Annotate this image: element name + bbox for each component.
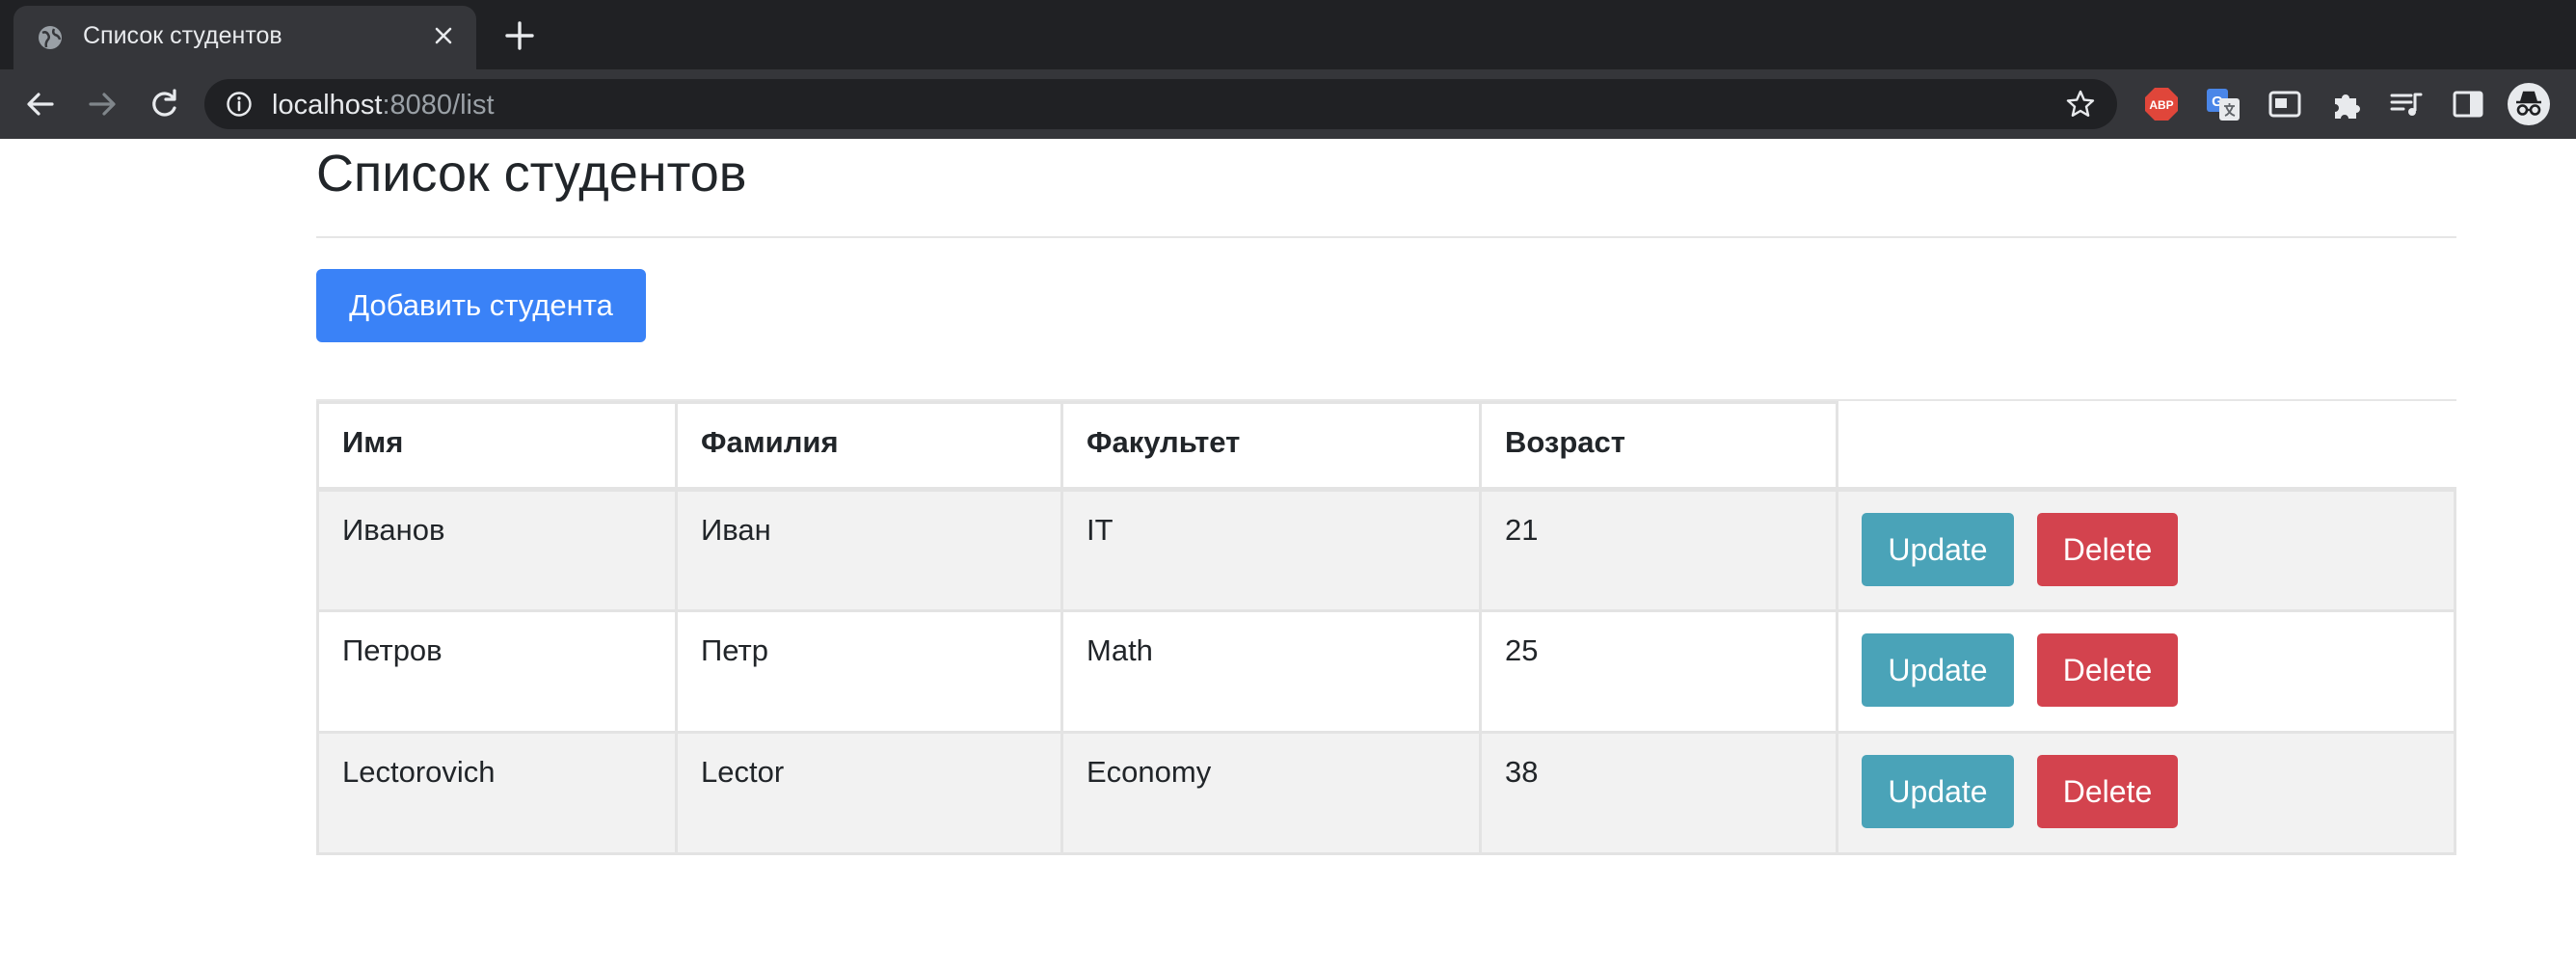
cell-actions: Update Delete (1836, 488, 2456, 612)
cell-first-name: Петров (316, 609, 678, 734)
update-button[interactable]: Update (1862, 755, 2014, 828)
google-translate-icon[interactable]: G (2204, 85, 2242, 123)
cell-actions: Update Delete (1836, 731, 2456, 855)
url-host: localhost (272, 90, 383, 121)
url-path: :8080/list (382, 90, 495, 121)
header-actions (1836, 402, 2455, 492)
table-row: Lectorovich Lector Economy 38 Update Dele… (316, 731, 2456, 855)
side-panel-icon[interactable] (2449, 85, 2487, 123)
back-icon[interactable] (21, 85, 60, 123)
delete-button[interactable]: Delete (2037, 633, 2178, 707)
media-playlist-icon[interactable] (2387, 85, 2426, 123)
cell-first-name: Иванов (316, 488, 678, 612)
cell-first-name: Lectorovich (316, 731, 678, 855)
update-button[interactable]: Update (1862, 513, 2014, 586)
new-tab-icon[interactable] (503, 19, 536, 52)
cell-actions: Update Delete (1836, 609, 2456, 734)
cell-faculty: Math (1060, 609, 1482, 734)
page-title: Список студентов (316, 145, 747, 202)
cell-last-name: Иван (675, 488, 1063, 612)
browser-tab[interactable]: Список студентов (13, 6, 476, 69)
students-table: Имя Фамилия Факультет Возраст Иванов Ива… (316, 401, 2456, 855)
header-age: Возраст (1479, 401, 1838, 492)
browser-tab-strip: Список студентов (0, 0, 2576, 69)
delete-button[interactable]: Delete (2037, 755, 2178, 828)
cell-faculty: IT (1060, 488, 1482, 612)
browser-toolbar: localhost:8080/list ABP G (0, 69, 2576, 139)
cell-age: 38 (1479, 731, 1838, 855)
address-bar[interactable]: localhost:8080/list (204, 79, 2117, 129)
picture-in-picture-icon[interactable] (2266, 85, 2304, 123)
cell-age: 21 (1479, 488, 1838, 612)
svg-text:ABP: ABP (2149, 98, 2173, 112)
bookmark-star-icon[interactable] (2065, 89, 2096, 120)
reload-icon[interactable] (145, 85, 183, 123)
table-row: Петров Петр Math 25 Update Delete (316, 609, 2456, 734)
table-row: Иванов Иван IT 21 Update Delete (316, 488, 2456, 612)
title-divider (316, 236, 2456, 238)
tab-title: Список студентов (83, 22, 282, 49)
update-button[interactable]: Update (1862, 633, 2014, 707)
cell-age: 25 (1479, 609, 1838, 734)
incognito-profile-icon[interactable] (2507, 82, 2551, 126)
forward-icon[interactable] (83, 85, 121, 123)
site-info-icon[interactable] (226, 91, 253, 118)
url-text: localhost:8080/list (272, 90, 495, 121)
cell-faculty: Economy (1060, 731, 1482, 855)
header-first-name: Имя (316, 401, 678, 492)
delete-button[interactable]: Delete (2037, 513, 2178, 586)
puzzle-extensions-icon[interactable] (2327, 85, 2366, 123)
cell-last-name: Петр (675, 609, 1063, 734)
close-tab-icon[interactable] (430, 22, 457, 49)
header-last-name: Фамилия (675, 401, 1063, 492)
globe-icon (39, 26, 62, 49)
header-faculty: Факультет (1060, 401, 1482, 492)
add-student-button[interactable]: Добавить студента (316, 269, 646, 342)
table-header-row: Имя Фамилия Факультет Возраст (316, 401, 2455, 492)
adblock-plus-icon[interactable]: ABP (2142, 85, 2181, 123)
cell-last-name: Lector (675, 731, 1063, 855)
